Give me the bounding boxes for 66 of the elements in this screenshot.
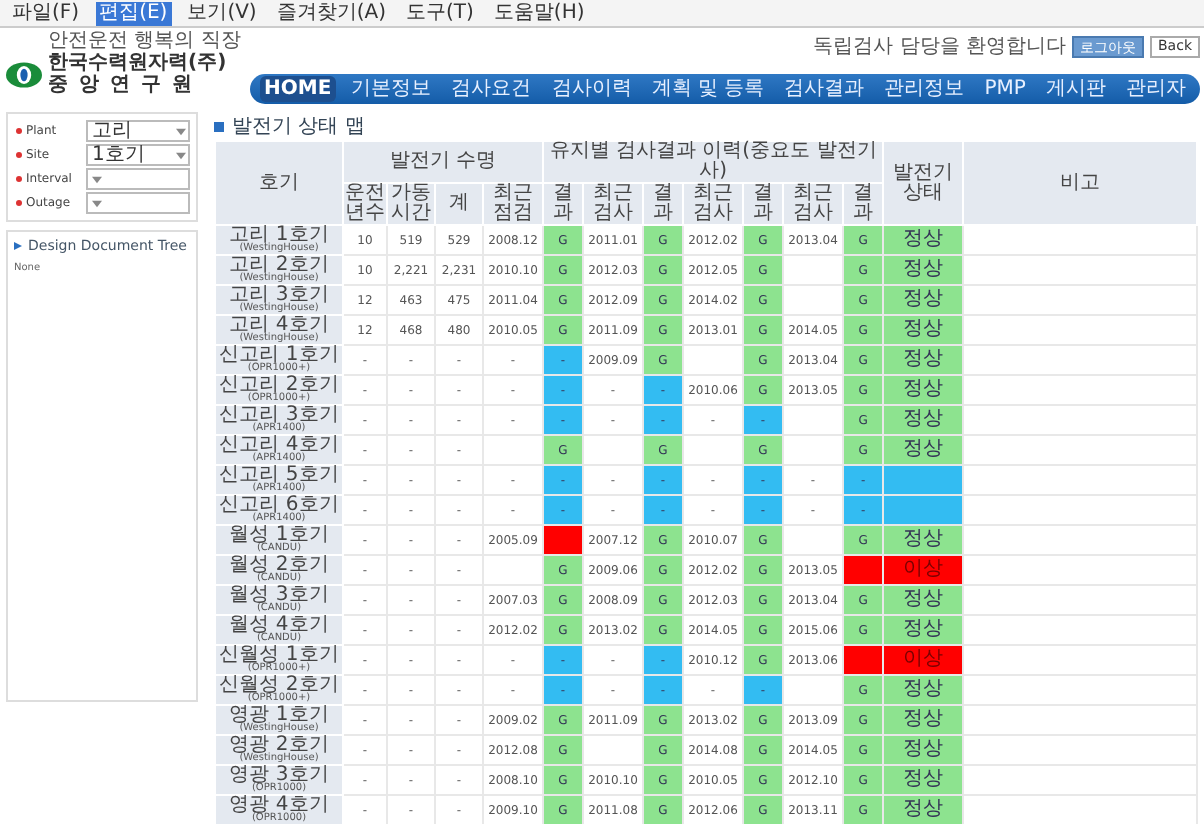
nav-item[interactable]: 계획 및 등록 — [647, 76, 769, 102]
column-header: 발전기 상태 — [883, 141, 964, 225]
caret-icon — [92, 199, 102, 207]
column-header: 결과 — [743, 183, 783, 225]
status-cell: 이상 — [883, 645, 964, 675]
status-cell: 정상 — [883, 615, 964, 645]
nav-item[interactable]: 게시판 — [1041, 76, 1110, 102]
status-cell: 정상 — [883, 795, 964, 824]
filter-select[interactable]: 고리 — [86, 120, 190, 142]
column-header: 운전년수 — [343, 183, 387, 225]
caret-icon — [176, 127, 186, 135]
status-cell: 정상 — [883, 405, 964, 435]
caret-icon — [176, 151, 186, 159]
column-header: 결과 — [643, 183, 683, 225]
filter-select[interactable] — [86, 168, 190, 190]
column-header: 가동시간 — [387, 183, 435, 225]
nav-item[interactable]: 관리정보 — [880, 76, 969, 102]
division-name: 중 앙 연 구 원 — [48, 74, 196, 96]
column-header: 호기 — [215, 141, 343, 225]
column-header: 유지별 검사결과 이력(중요도 발전기 사) — [543, 141, 884, 183]
slogan: 안전운전 행복의 직장 — [46, 30, 243, 52]
menu-item[interactable]: 파일(F) — [8, 1, 84, 25]
column-header: 최근 검사 — [783, 183, 843, 225]
menu-item[interactable]: 편집(E) — [95, 1, 172, 25]
page-title: 발전기 상태 맵 — [232, 114, 365, 140]
status-cell: 정상 — [883, 225, 964, 255]
status-cell: 정상 — [883, 315, 964, 345]
status-cell: 정상 — [883, 585, 964, 615]
column-header: 최근 점검 — [483, 183, 543, 225]
nav-item[interactable]: 관리자 — [1122, 76, 1190, 102]
status-cell: 정상 — [883, 525, 964, 555]
bullet-icon — [14, 242, 22, 250]
menu-item[interactable]: 보기(V) — [183, 1, 261, 25]
nav-item[interactable]: PMP — [980, 76, 1030, 102]
column-header: 계 — [435, 183, 483, 225]
status-cell: 정상 — [883, 375, 964, 405]
nav-item[interactable]: 검사요건 — [447, 76, 536, 102]
nav-item[interactable]: 기본정보 — [347, 76, 436, 102]
status-cell: 정상 — [883, 255, 964, 285]
nav-item[interactable]: 검사결과 — [780, 76, 869, 102]
nav-item[interactable]: HOME — [260, 76, 336, 102]
column-header: 비고 — [963, 141, 1197, 225]
caret-icon — [92, 175, 102, 183]
status-cell: 정상 — [883, 345, 964, 375]
status-cell: 정상 — [883, 705, 964, 735]
menu-item[interactable]: 도구(T) — [402, 1, 478, 25]
status-cell: 정상 — [883, 735, 964, 765]
status-cell: 정상 — [883, 435, 964, 465]
column-header: 발전기 수명 — [343, 141, 543, 183]
nav-item[interactable]: 검사이력 — [547, 76, 636, 102]
column-header: 결과 — [543, 183, 583, 225]
status-cell: 정상 — [883, 285, 964, 315]
status-cell: 이상 — [883, 555, 964, 585]
menu-item[interactable]: 도움말(H) — [489, 1, 589, 25]
column-header: 결과 — [843, 183, 884, 225]
filter-select[interactable]: 1호기 — [86, 144, 190, 166]
status-cell: 정상 — [883, 765, 964, 795]
company-name: 한국수력원자력(주) — [48, 52, 227, 74]
welcome-text: 독립검사 담당을 환영합니다 — [813, 34, 1066, 60]
status-cell: 정상 — [883, 675, 964, 705]
menu-item[interactable]: 즐겨찾기(A) — [272, 1, 390, 25]
title-icon — [214, 121, 224, 131]
column-header: 최근 검사 — [683, 183, 743, 225]
column-header: 최근 검사 — [583, 183, 643, 225]
filter-select[interactable] — [86, 192, 190, 214]
logo-icon — [6, 61, 42, 87]
